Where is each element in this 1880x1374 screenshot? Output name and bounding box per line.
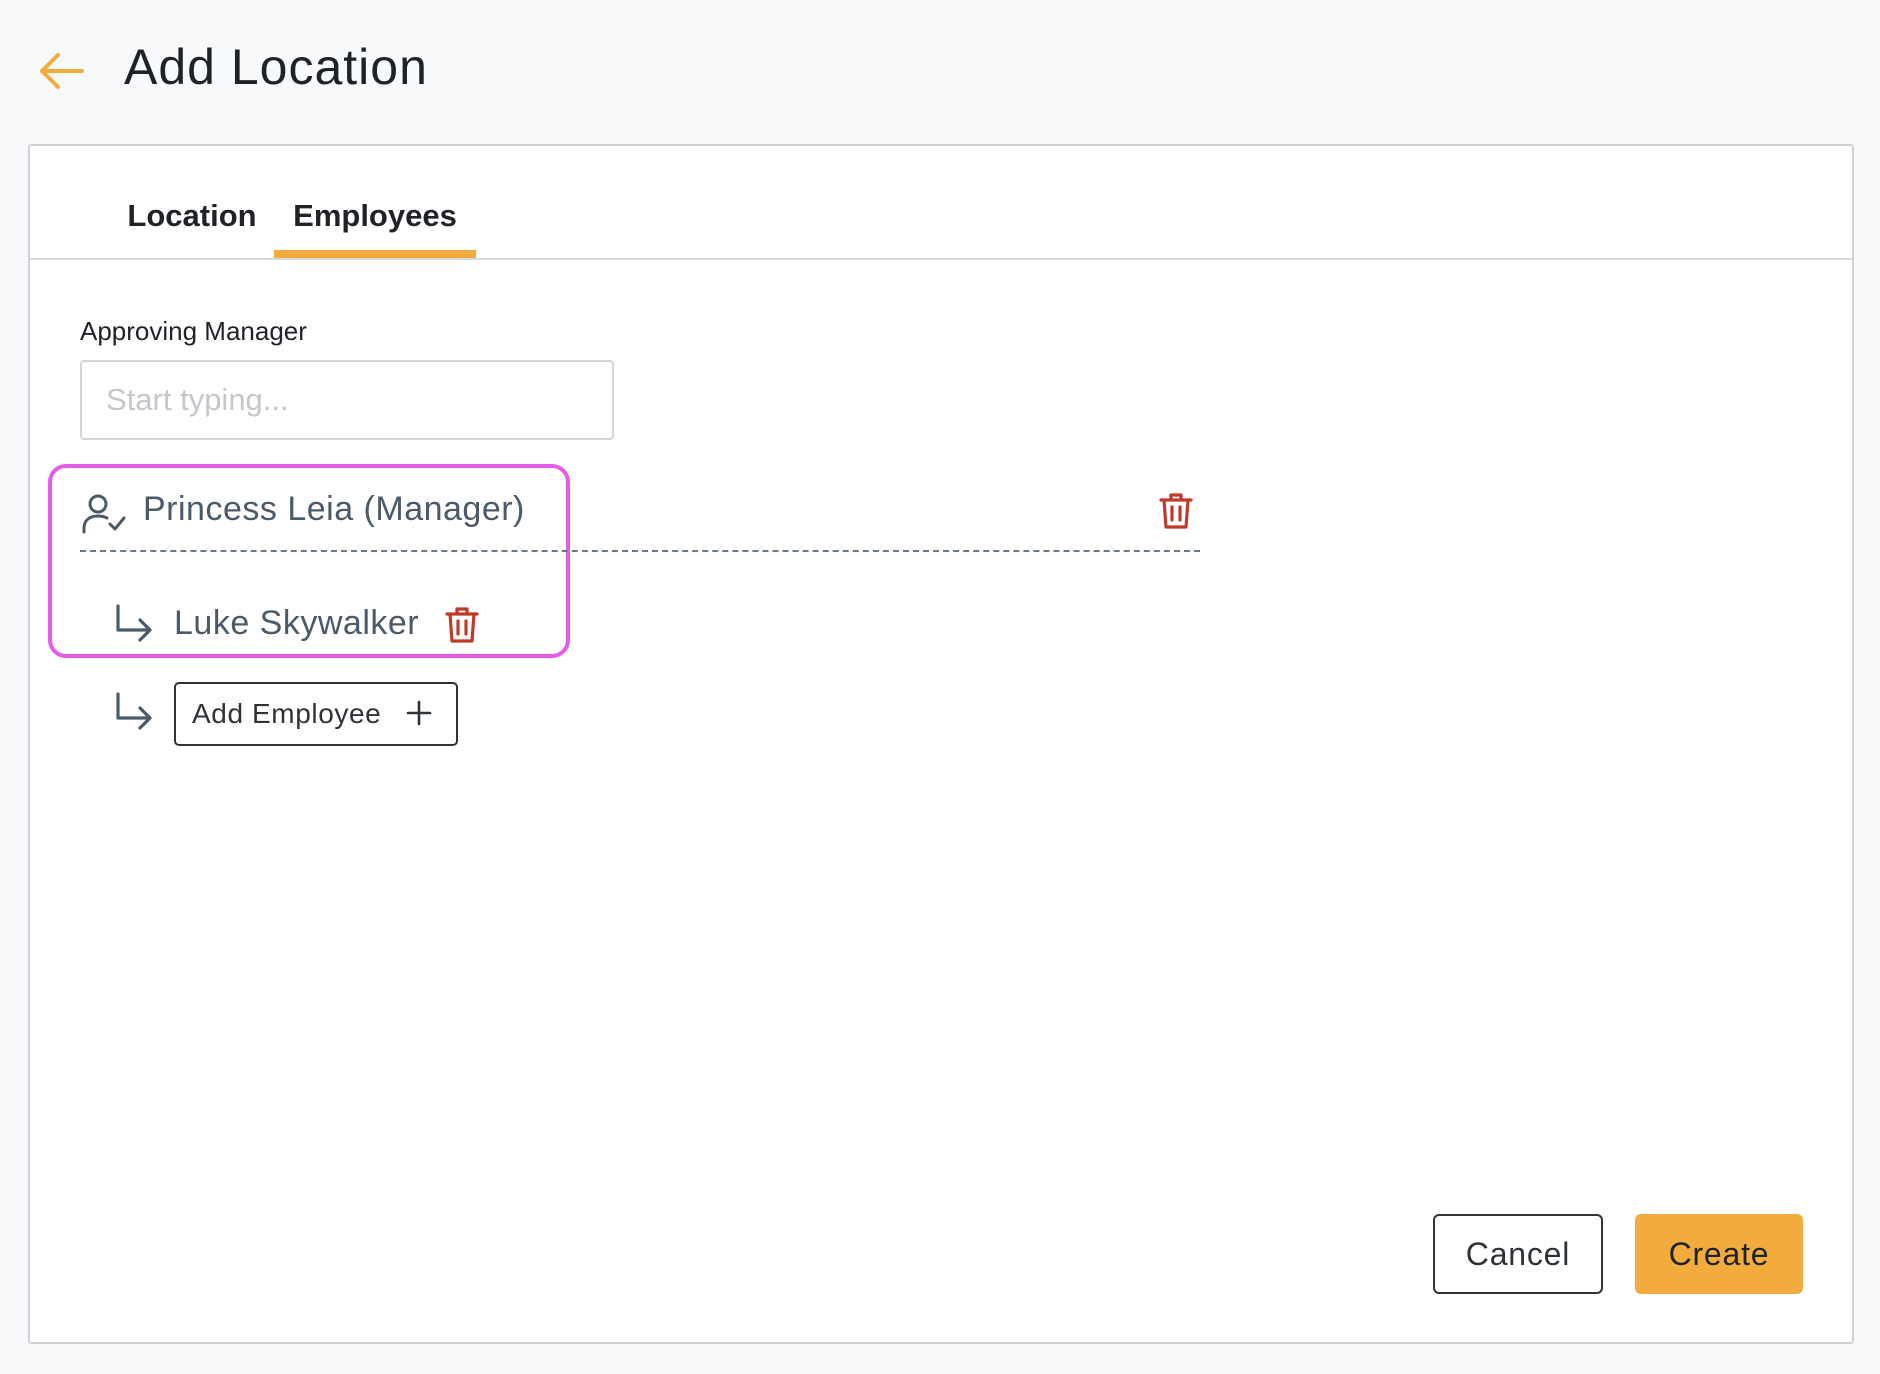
manager-divider [80, 550, 1200, 552]
location-form-card: Location Employees Approving Manager Pri… [28, 144, 1854, 1344]
trash-icon [445, 607, 479, 643]
employee-name: Luke Skywalker [174, 604, 420, 642]
trash-icon [1159, 493, 1193, 529]
user-check-icon [82, 494, 126, 534]
tab-employees[interactable]: Employees [274, 198, 476, 258]
add-employee-label: Add Employee [192, 698, 382, 729]
plus-icon [406, 700, 432, 726]
arrow-turn-down-right-icon [116, 692, 152, 730]
page-header: Add Location [0, 0, 1880, 140]
manager-name: Princess Leia (Manager) [143, 490, 525, 528]
arrow-turn-down-right-icon [116, 604, 152, 642]
arrow-left-icon [40, 53, 84, 89]
approving-manager-input[interactable] [80, 360, 614, 440]
back-button[interactable] [30, 40, 92, 102]
add-employee-button[interactable]: Add Employee [174, 682, 458, 746]
tab-location[interactable]: Location [102, 198, 282, 258]
approving-manager-label: Approving Manager [80, 316, 307, 346]
create-button[interactable]: Create [1635, 1214, 1803, 1294]
active-tab-indicator [274, 250, 476, 258]
tab-bar: Location Employees [30, 146, 1852, 260]
page-title: Add Location [124, 39, 428, 95]
delete-employee-button[interactable] [442, 604, 482, 646]
delete-manager-button[interactable] [1156, 490, 1196, 532]
cancel-button[interactable]: Cancel [1433, 1214, 1603, 1294]
